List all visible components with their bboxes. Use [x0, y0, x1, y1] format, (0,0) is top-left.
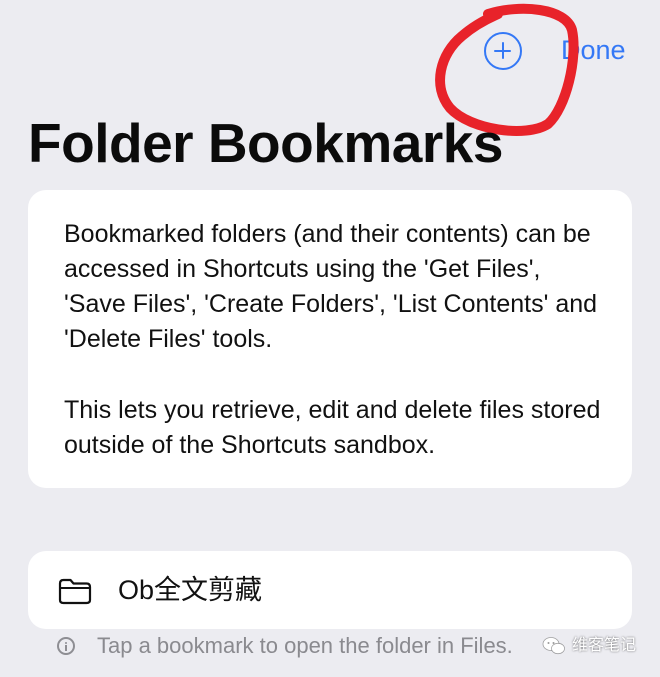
- info-paragraph-1: Bookmarked folders (and their contents) …: [64, 220, 598, 353]
- page-title: Folder Bookmarks: [28, 112, 503, 174]
- watermark-text: 维客笔记: [572, 637, 637, 654]
- footer-hint-text: Tap a bookmark to open the folder in Fil…: [97, 633, 513, 658]
- info-paragraph-2: This lets you retrieve, edit and delete …: [64, 396, 601, 459]
- done-button[interactable]: Done: [561, 33, 626, 67]
- info-circle-icon: [57, 637, 75, 655]
- footer-hint: Tap a bookmark to open the folder in Fil…: [57, 630, 513, 662]
- folder-icon: [58, 578, 92, 605]
- wechat-logo-icon: [542, 637, 565, 655]
- info-card: Bookmarked folders (and their contents) …: [28, 190, 632, 488]
- plus-icon-vertical: [501, 42, 504, 59]
- bookmark-list-item[interactable]: Ob全文剪藏: [28, 551, 632, 629]
- watermark: 维客笔记: [542, 634, 636, 658]
- add-bookmark-button[interactable]: [484, 32, 522, 70]
- bookmark-name: Ob全文剪藏: [118, 575, 263, 605]
